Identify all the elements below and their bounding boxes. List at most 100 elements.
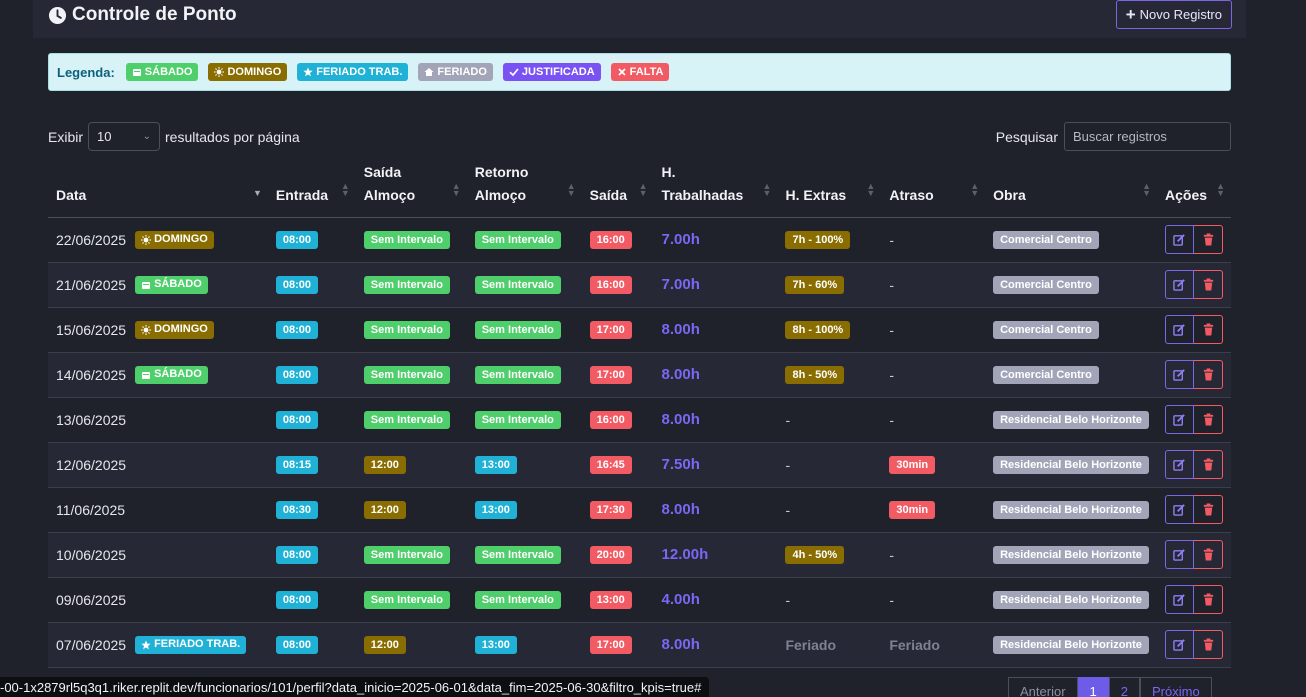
obra-badge: Residencial Belo Horizonte: [993, 591, 1149, 609]
day-type-badge: SÁBADO: [135, 275, 208, 294]
trash-icon: [1203, 278, 1213, 291]
saida-badge: 13:00: [589, 591, 632, 609]
delay-value: -: [889, 546, 894, 563]
date-cell: 09/06/2025: [48, 577, 268, 623]
delay-value: -: [889, 411, 894, 428]
col-retorno-almoco[interactable]: Retorno Almoço ▲ ▼: [466, 160, 582, 218]
retorno-cell: 13:00: [466, 442, 582, 488]
sort-icon: ▲ ▼: [451, 180, 461, 198]
delay-badge: 30min: [889, 501, 936, 519]
edit-button[interactable]: [1165, 405, 1194, 434]
pagination: Anterior 1 2 Próximo: [1008, 677, 1212, 697]
col-saida[interactable]: Saída ▲ ▼: [581, 160, 654, 218]
hours-cell: 7.00h: [653, 217, 778, 263]
page-1-button[interactable]: 1: [1077, 677, 1109, 697]
legend-saturday: SÁBADO: [125, 63, 199, 81]
new-record-button[interactable]: + Novo Registro: [1115, 0, 1232, 29]
delete-button[interactable]: [1194, 540, 1223, 569]
prev-page-button[interactable]: Anterior: [1008, 677, 1078, 697]
delete-button[interactable]: [1194, 450, 1223, 479]
sort-icon: ▲ ▼: [340, 180, 350, 198]
retorno-cell: Sem Intervalo: [466, 307, 582, 353]
col-horas[interactable]: H. Trabalhadas ▲ ▼: [653, 160, 778, 218]
legend-holiday: FERIADO: [418, 63, 493, 81]
obra-cell: Residencial Belo Horizonte: [985, 532, 1157, 578]
date-cell: 10/06/2025: [48, 532, 268, 578]
obra-cell: Comercial Centro: [985, 307, 1157, 353]
legend-holiday-worked-label: FERIADO TRAB.: [316, 65, 403, 78]
hours-cell: 12.00h: [653, 532, 778, 578]
delete-button[interactable]: [1194, 405, 1223, 434]
delete-button[interactable]: [1194, 360, 1223, 389]
delete-button[interactable]: [1194, 315, 1223, 344]
extras-cell: 8h - 50%: [777, 352, 882, 398]
hours-value: 7.00h: [661, 276, 700, 293]
delay-value: -: [889, 366, 894, 383]
actions-cell: [1157, 442, 1231, 488]
col-date[interactable]: Data ▼: [48, 160, 268, 218]
sort-icon: ▲ ▼: [866, 180, 876, 198]
search-input[interactable]: Buscar registros: [1064, 122, 1231, 151]
extras-cell: 7h - 100%: [777, 217, 882, 263]
retorno-cell: Sem Intervalo: [466, 262, 582, 308]
entrada-badge: 08:00: [275, 411, 319, 429]
edit-button[interactable]: [1165, 450, 1194, 479]
hours-cell: 8.00h: [653, 622, 778, 668]
delete-button[interactable]: [1194, 270, 1223, 299]
date-cell: 11/06/2025: [48, 487, 268, 533]
trash-icon: [1203, 323, 1213, 336]
legend-holiday-label: FERIADO: [437, 65, 487, 78]
col-acoes[interactable]: Ações ▲ ▼: [1157, 160, 1231, 218]
edit-button[interactable]: [1165, 495, 1194, 524]
edit-button[interactable]: [1165, 585, 1194, 614]
col-extras[interactable]: H. Extras ▲ ▼: [777, 160, 882, 218]
hours-value: 8.00h: [661, 501, 700, 518]
retorno-badge: Sem Intervalo: [474, 276, 561, 294]
trash-icon: [1203, 593, 1213, 606]
sort-icon: ▲ ▼: [762, 180, 772, 198]
col-atraso[interactable]: Atraso ▲ ▼: [881, 160, 986, 218]
edit-button[interactable]: [1165, 630, 1194, 659]
page-2-button[interactable]: 2: [1108, 677, 1140, 697]
entrada-cell: 08:00: [267, 217, 356, 263]
edit-button[interactable]: [1165, 315, 1194, 344]
date-cell: 21/06/2025 SÁBADO: [48, 262, 268, 308]
entrada-badge: 08:15: [275, 456, 319, 474]
next-page-button[interactable]: Próximo: [1140, 677, 1212, 697]
retorno-cell: 13:00: [466, 487, 582, 533]
delete-button[interactable]: [1194, 495, 1223, 524]
edit-button[interactable]: [1165, 225, 1194, 254]
status-url: -00-1x2879rl5q3q1.riker.replit.dev/funci…: [0, 679, 702, 695]
delete-button[interactable]: [1194, 225, 1223, 254]
edit-button[interactable]: [1165, 270, 1194, 299]
edit-button[interactable]: [1165, 540, 1194, 569]
col-obra[interactable]: Obra ▲ ▼: [985, 160, 1157, 218]
day-type-badge: DOMINGO: [135, 230, 214, 249]
edit-button[interactable]: [1165, 360, 1194, 389]
obra-badge: Comercial Centro: [993, 366, 1099, 384]
col-entrada-label: Entrada: [275, 186, 329, 203]
extras-cell: Feriado: [777, 622, 882, 668]
chevron-down-icon: ⌄: [142, 131, 152, 142]
table-row: 14/06/2025 SÁBADO 08:00 Sem Intervalo Sem…: [48, 352, 1231, 398]
table-row: 13/06/2025 08:00 Sem Intervalo Sem Inter…: [48, 397, 1231, 443]
legend-saturday-label: SÁBADO: [144, 65, 193, 78]
entrada-badge: 08:00: [275, 636, 319, 654]
saida-badge: 17:00: [589, 366, 632, 384]
extras-badge: 7h - 100%: [785, 231, 851, 249]
page-size-select[interactable]: 10 ⌄: [88, 122, 161, 151]
delete-button[interactable]: [1194, 585, 1223, 614]
legend-absence-label: FALTA: [629, 65, 664, 78]
delete-button[interactable]: [1194, 630, 1223, 659]
day-type-badge: FERIADO TRAB.: [135, 635, 247, 654]
col-entrada[interactable]: Entrada ▲ ▼: [267, 160, 356, 218]
extras-value: -: [785, 501, 791, 518]
saida-almoco-badge: Sem Intervalo: [363, 321, 450, 339]
legend-holiday-worked: FERIADO TRAB.: [297, 63, 409, 81]
date-value: 21/06/2025: [56, 276, 127, 293]
table-row: 21/06/2025 SÁBADO 08:00 Sem Intervalo Sem…: [48, 262, 1231, 308]
obra-badge: Residencial Belo Horizonte: [993, 501, 1149, 519]
retorno-cell: Sem Intervalo: [466, 577, 582, 623]
col-saida-almoco[interactable]: Saída Almoço ▲ ▼: [355, 160, 467, 218]
saida-cell: 17:00: [581, 622, 654, 668]
